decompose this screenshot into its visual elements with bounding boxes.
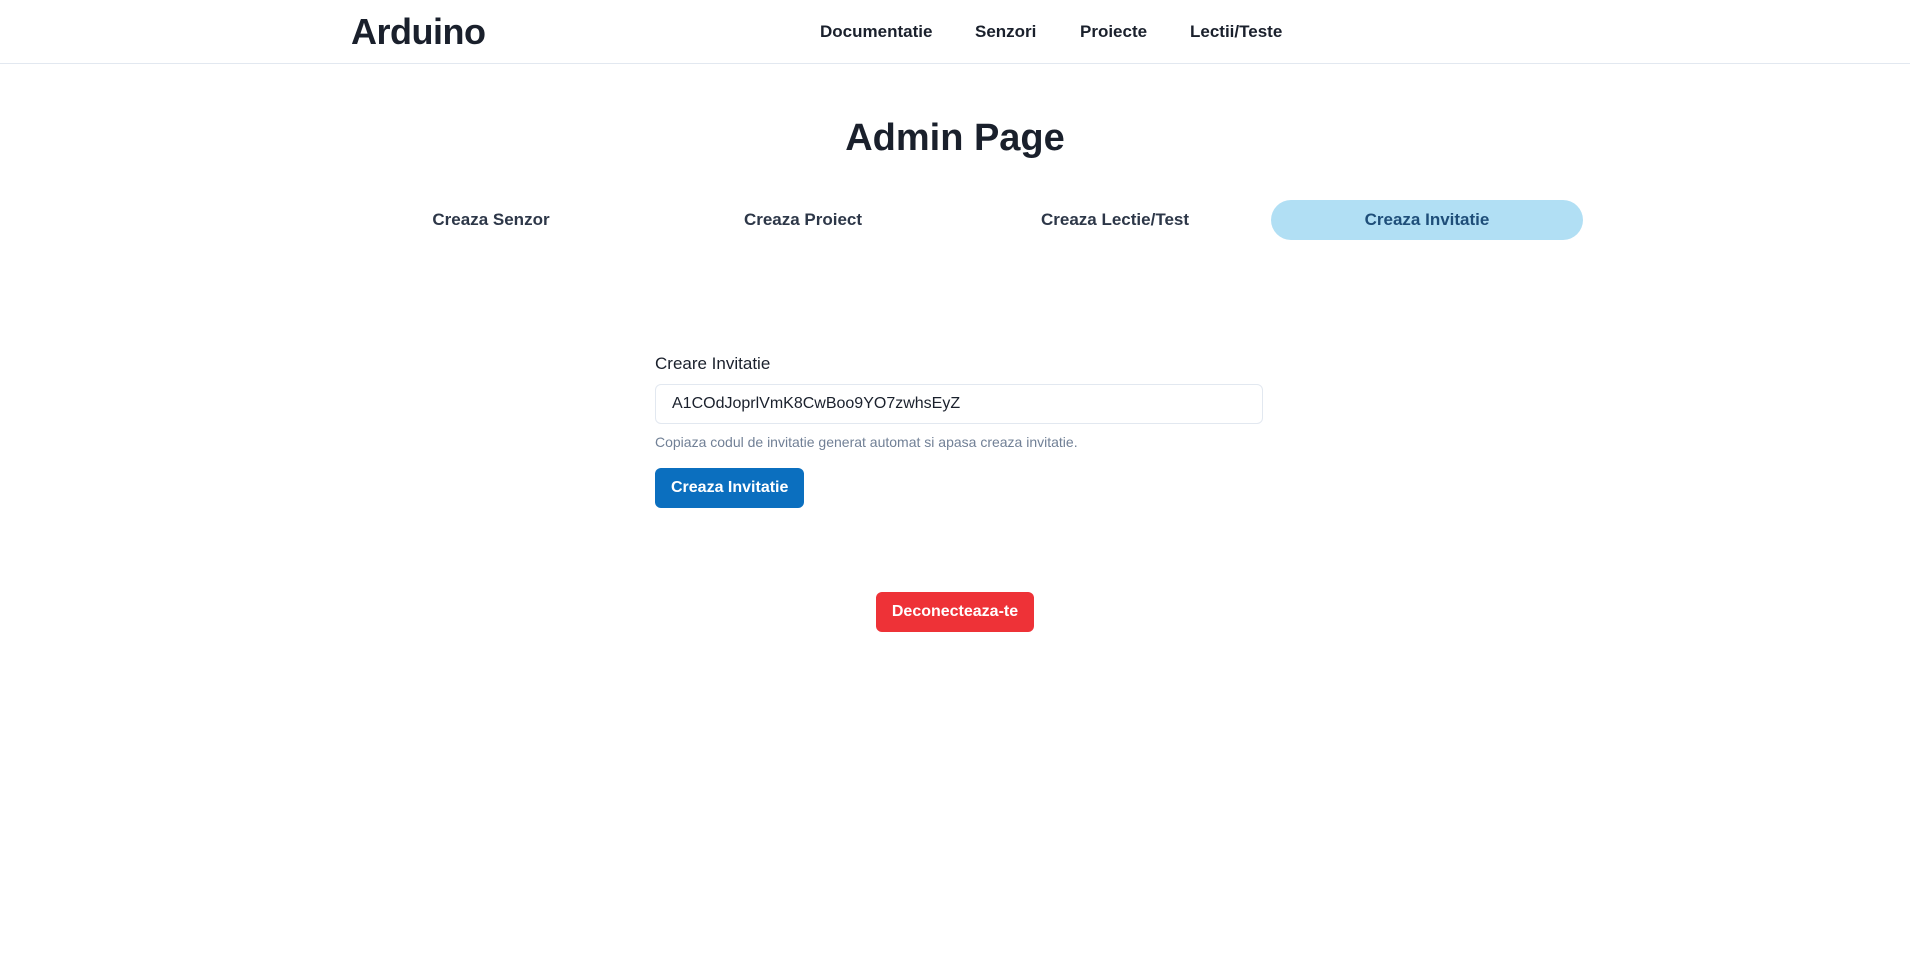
tab-creaza-invitatie[interactable]: Creaza Invitatie: [1271, 200, 1583, 240]
nav-link-proiecte[interactable]: Proiecte: [1080, 20, 1147, 44]
create-invitation-button[interactable]: Creaza Invitatie: [655, 468, 805, 508]
invitation-form: Creare Invitatie Copiaza codul de invita…: [655, 352, 1263, 508]
admin-tabs: Creaza Senzor Creaza Proiect Creaza Lect…: [0, 200, 1910, 240]
tab-creaza-senzor[interactable]: Creaza Senzor: [335, 200, 647, 240]
top-navbar: Arduino Documentatie Senzori Proiecte Le…: [0, 0, 1910, 64]
tab-creaza-lectie-test[interactable]: Creaza Lectie/Test: [959, 200, 1271, 240]
nav-link-senzori[interactable]: Senzori: [975, 20, 1036, 44]
invitation-form-label: Creare Invitatie: [655, 354, 771, 373]
tab-creaza-proiect[interactable]: Creaza Proiect: [647, 200, 959, 240]
logout-button[interactable]: Deconecteaza-te: [875, 592, 1035, 632]
main-nav: Documentatie Senzori Proiecte Lectii/Tes…: [0, 20, 1910, 44]
nav-link-documentatie[interactable]: Documentatie: [820, 20, 932, 44]
logout-section: Deconecteaza-te: [0, 592, 1910, 632]
invitation-code-input[interactable]: [655, 384, 1263, 424]
nav-link-lectii-teste[interactable]: Lectii/Teste: [1190, 20, 1282, 44]
page-title: Admin Page: [845, 117, 1065, 159]
invitation-help-text: Copiaza codul de invitatie generat autom…: [655, 434, 1078, 450]
